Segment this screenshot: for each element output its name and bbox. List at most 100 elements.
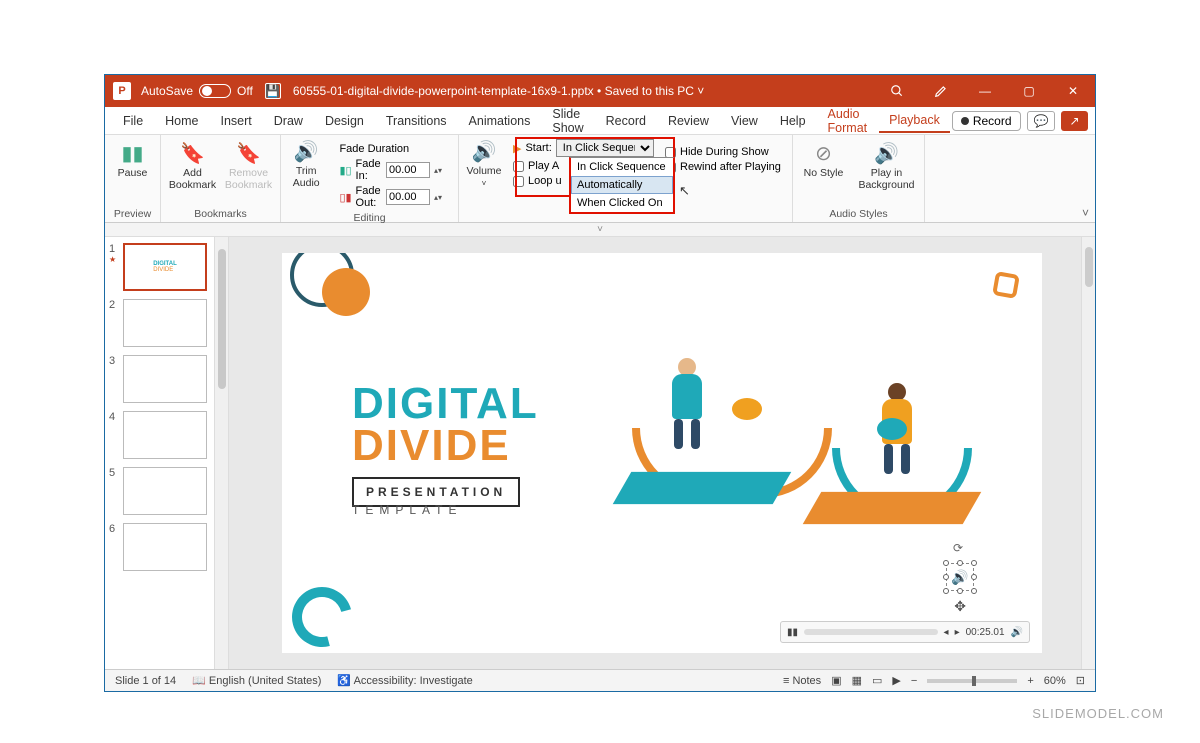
minimize-button[interactable]: — <box>963 75 1007 107</box>
thumbnail-2[interactable] <box>123 299 207 347</box>
add-bookmark-button[interactable]: 🔖 Add Bookmark <box>169 141 217 191</box>
fade-in-input[interactable] <box>386 162 430 178</box>
maximize-button[interactable]: ▢ <box>1007 75 1051 107</box>
canvas-scrollbar[interactable] <box>1081 237 1095 669</box>
trim-icon: 🔊 <box>294 139 319 163</box>
view-reading-icon[interactable]: ▭ <box>872 674 882 687</box>
tab-record[interactable]: Record <box>596 110 656 132</box>
no-style-button[interactable]: ⊘ No Style <box>800 141 848 179</box>
tab-playback[interactable]: Playback <box>879 109 950 133</box>
search-icon[interactable] <box>875 75 919 107</box>
dropdown-option-when-clicked[interactable]: When Clicked On <box>571 194 673 212</box>
ribbon-collapse-button[interactable]: ˅ <box>1082 206 1089 220</box>
remove-bookmark-button: 🔖 Remove Bookmark <box>225 141 273 191</box>
audio-volume-icon[interactable]: 🔊 <box>1011 627 1023 638</box>
loop-label: Loop u <box>528 175 562 187</box>
trim-audio-button[interactable]: 🔊 Trim Audio <box>289 139 323 212</box>
close-button[interactable]: ✕ <box>1051 75 1095 107</box>
thumbnail-3[interactable] <box>123 355 207 403</box>
accessibility-status[interactable]: ♿ Accessibility: Investigate <box>337 674 472 687</box>
fade-out-icon: ▯▮ <box>339 191 351 204</box>
group-preview: ▮▮ Pause Preview <box>105 135 161 222</box>
fade-in-label: Fade In: <box>356 158 382 182</box>
tab-design[interactable]: Design <box>315 110 374 132</box>
slide-canvas-area: DIGITAL DIVIDE PRESENTATION TEMPLATE <box>229 237 1095 669</box>
thumbnail-5[interactable] <box>123 467 207 515</box>
audio-prev-icon[interactable]: ◂ <box>944 627 949 638</box>
audio-object[interactable]: 🔊 <box>946 563 974 591</box>
volume-button[interactable]: 🔊 Volume˅ <box>460 139 508 188</box>
titlebar: P AutoSave Off 💾 60555-01-digital-divide… <box>105 75 1095 107</box>
autosave-toggle[interactable]: AutoSave Off <box>141 84 253 98</box>
thumbnail-4[interactable] <box>123 411 207 459</box>
fit-window-button[interactable]: ⊡ <box>1076 674 1085 687</box>
audio-time: 00:25.01 <box>966 627 1005 638</box>
group-editing-label: Editing <box>289 212 450 226</box>
zoom-level[interactable]: 60% <box>1044 675 1066 687</box>
rotate-handle-icon[interactable]: ⟳ <box>953 541 963 555</box>
slide-canvas[interactable]: DIGITAL DIVIDE PRESENTATION TEMPLATE <box>282 253 1042 653</box>
slide-title-line2: DIVIDE <box>352 425 539 467</box>
fade-duration-label: Fade Duration <box>339 143 442 155</box>
notes-button[interactable]: ≡ Notes <box>783 675 821 687</box>
tab-review[interactable]: Review <box>658 110 719 132</box>
tab-audio-format[interactable]: Audio Format <box>818 103 878 139</box>
dropdown-option-automatically[interactable]: Automatically <box>571 176 673 194</box>
play-across-checkbox[interactable] <box>513 161 524 172</box>
pen-icon[interactable] <box>919 75 963 107</box>
cursor-icon: ↖ <box>679 183 690 199</box>
fade-duration-block: Fade Duration ▮▯ Fade In: ▴▾ ▯▮ Fade Out… <box>331 139 450 212</box>
tab-help[interactable]: Help <box>770 110 816 132</box>
tab-file[interactable]: File <box>113 110 153 132</box>
save-icon[interactable]: 💾 <box>265 83 281 99</box>
tab-home[interactable]: Home <box>155 110 208 132</box>
thumbnail-scrollbar[interactable] <box>215 237 229 669</box>
view-slideshow-icon[interactable]: ▶ <box>892 674 900 687</box>
share-button[interactable]: ↗ <box>1061 111 1087 131</box>
zoom-in-button[interactable]: + <box>1027 675 1033 687</box>
dropdown-option-in-click[interactable]: In Click Sequence <box>571 158 673 176</box>
autosave-label: AutoSave <box>141 84 193 98</box>
spinner-icon[interactable]: ▴▾ <box>434 166 442 175</box>
fade-out-input[interactable] <box>386 189 430 205</box>
tab-insert[interactable]: Insert <box>211 110 262 132</box>
tab-animations[interactable]: Animations <box>459 110 541 132</box>
view-sorter-icon[interactable]: ▦ <box>852 674 862 687</box>
deco-ring-teal <box>282 576 363 653</box>
tab-transitions[interactable]: Transitions <box>376 110 457 132</box>
play-in-background-button[interactable]: 🔊 Play in Background <box>856 141 918 191</box>
thumbnail-6[interactable] <box>123 523 207 571</box>
bookmark-remove-icon: 🔖 <box>236 141 261 165</box>
volume-button-group: 🔊 Volume˅ <box>459 135 509 222</box>
document-title: 60555-01-digital-divide-powerpoint-templ… <box>293 84 704 98</box>
loop-checkbox[interactable] <box>513 176 524 187</box>
hide-during-show-checkbox[interactable] <box>665 147 676 158</box>
spinner-icon[interactable]: ▴▾ <box>434 193 442 202</box>
menu-tabs: File Home Insert Draw Design Transitions… <box>105 107 1095 135</box>
start-dropdown[interactable]: In Click Sequence <box>556 139 654 157</box>
collapse-bar[interactable]: ˅ <box>105 223 1095 237</box>
zoom-out-button[interactable]: − <box>911 675 917 687</box>
tab-view[interactable]: View <box>721 110 768 132</box>
tab-slideshow[interactable]: Slide Show <box>542 103 593 139</box>
thumbnail-1[interactable]: DIGITALDIVIDE <box>123 243 207 291</box>
group-audio-styles-label: Audio Styles <box>801 208 916 222</box>
pause-icon: ▮▮ <box>121 141 143 165</box>
record-button[interactable]: Record <box>952 111 1021 131</box>
audio-next-icon[interactable]: ▸ <box>955 627 960 638</box>
audio-track[interactable] <box>804 629 938 635</box>
tab-draw[interactable]: Draw <box>264 110 313 132</box>
comments-button[interactable]: 💬 <box>1027 111 1056 131</box>
pause-button[interactable]: ▮▮ Pause <box>109 141 157 179</box>
slide-counter: Slide 1 of 14 <box>115 675 176 687</box>
start-label: Start: <box>525 142 551 154</box>
view-normal-icon[interactable]: ▣ <box>831 674 841 687</box>
move-handle-icon[interactable]: ✥ <box>954 598 966 615</box>
volume-icon: 🔊 <box>472 139 497 163</box>
audio-player: ▮▮ ◂ ▸ 00:25.01 🔊 <box>780 621 1030 643</box>
language-indicator[interactable]: 📖 English (United States) <box>192 674 321 687</box>
audio-pause-icon[interactable]: ▮▮ <box>787 627 798 638</box>
watermark: SLIDEMODEL.COM <box>1032 706 1164 721</box>
zoom-slider[interactable] <box>927 679 1017 683</box>
autosave-switch[interactable] <box>199 84 231 98</box>
